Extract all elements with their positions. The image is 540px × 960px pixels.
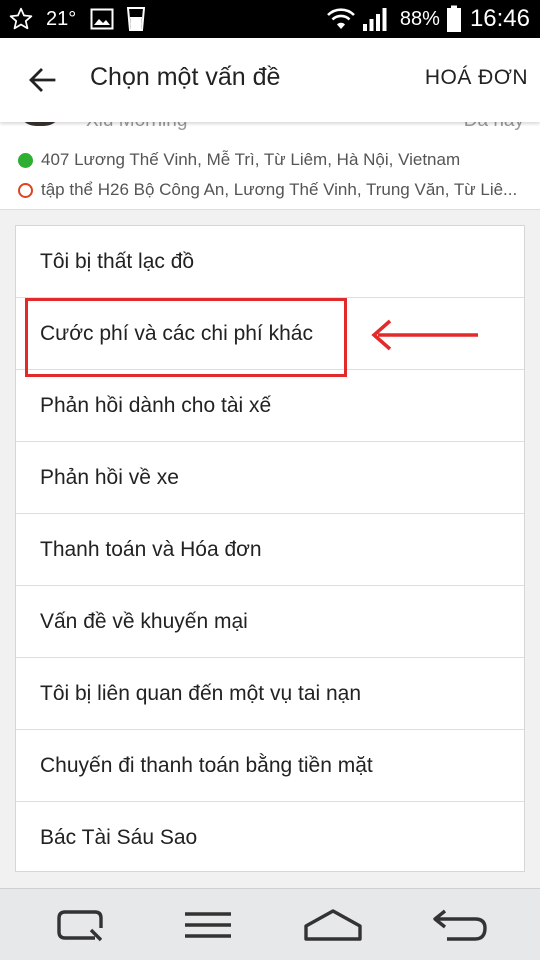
clock-text: 16:46	[469, 5, 530, 32]
home-button[interactable]	[300, 907, 366, 943]
app-bar: Chọn một vấn đề HOÁ ĐƠN	[0, 38, 540, 122]
menu-button[interactable]	[180, 907, 236, 943]
annotation-arrow-icon	[371, 319, 478, 351]
pickup-address-text: 407 Lương Thế Vinh, Mễ Trì, Từ Liêm, Hà …	[41, 150, 461, 169]
invoice-button[interactable]: HOÁ ĐƠN	[425, 66, 528, 90]
recent-apps-button[interactable]	[52, 907, 108, 943]
wifi-icon	[326, 7, 356, 31]
signal-icon	[362, 6, 390, 32]
issue-item-cash-trip[interactable]: Chuyến đi thanh toán bằng tiền mặt	[16, 730, 524, 802]
page-title: Chọn một vấn đề	[90, 63, 281, 91]
battery-percent: 88%	[399, 7, 440, 30]
image-icon	[90, 8, 114, 30]
trip-summary: Xiu Morning Đã nay 407 Lương Thế Vinh, M…	[0, 122, 540, 210]
dropoff-address-text: tập thể H26 Bộ Công An, Lương Thế Vinh, …	[41, 180, 518, 199]
driver-avatar	[18, 122, 62, 126]
status-bar: 21° 88% 16:46	[0, 0, 540, 38]
dropoff-address: tập thể H26 Bộ Công An, Lương Thế Vinh, …	[18, 180, 528, 200]
back-nav-icon	[433, 909, 487, 941]
dropoff-dot-icon	[18, 182, 33, 198]
home-icon	[304, 909, 362, 941]
star-icon	[8, 6, 34, 32]
pickup-dot-icon	[18, 152, 33, 168]
menu-icon	[185, 912, 231, 938]
highlight-annotation	[25, 298, 347, 377]
system-nav-bar	[0, 888, 540, 960]
cup-icon	[126, 6, 146, 32]
issue-item-vehicle-feedback[interactable]: Phản hồi về xe	[16, 442, 524, 514]
temperature-text: 21°	[46, 7, 77, 30]
service-name: Xiu Morning	[86, 122, 187, 132]
recent-apps-icon	[57, 910, 103, 942]
back-button[interactable]	[22, 62, 62, 98]
pickup-address: 407 Lương Thế Vinh, Mễ Trì, Từ Liêm, Hà …	[18, 150, 460, 170]
issue-item-six-star-driver[interactable]: Bác Tài Sáu Sao	[16, 802, 524, 874]
trip-date: Đã nay	[464, 122, 524, 132]
issue-item-promotions[interactable]: Vấn đề về khuyến mại	[16, 586, 524, 658]
issue-item-payment-invoice[interactable]: Thanh toán và Hóa đơn	[16, 514, 524, 586]
issue-item-driver-feedback[interactable]: Phản hồi dành cho tài xế	[16, 370, 524, 442]
issue-item-accident[interactable]: Tôi bị liên quan đến một vụ tai nạn	[16, 658, 524, 730]
battery-icon	[446, 5, 462, 33]
arrow-left-icon	[29, 68, 56, 92]
issue-item-lost-item[interactable]: Tôi bị thất lạc đồ	[16, 226, 524, 298]
back-nav-button[interactable]	[430, 907, 490, 943]
